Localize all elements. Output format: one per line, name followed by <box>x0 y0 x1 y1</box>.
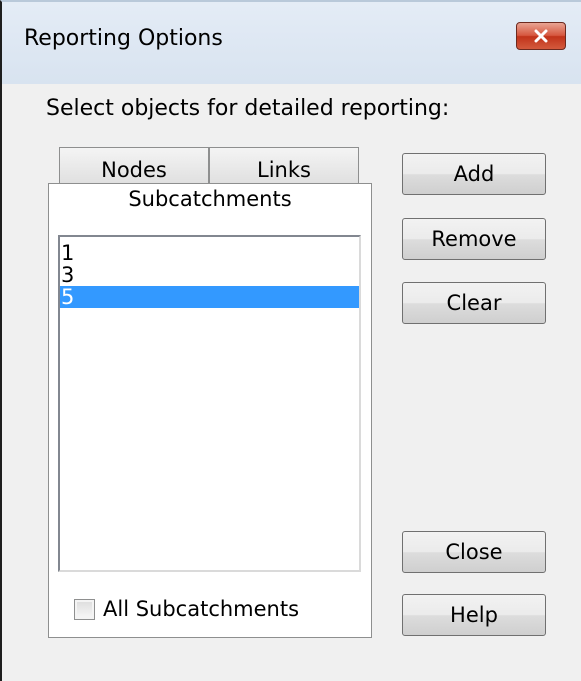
title-bar[interactable]: Reporting Options <box>2 2 581 84</box>
reporting-options-dialog: Reporting Options Select objects for det… <box>0 0 581 681</box>
remove-button[interactable]: Remove <box>402 218 546 260</box>
list-item[interactable]: 3 <box>60 264 359 286</box>
all-subcatchments-checkbox[interactable]: All Subcatchments <box>74 596 299 622</box>
checkbox-box[interactable] <box>74 598 95 620</box>
window-title: Reporting Options <box>24 26 223 51</box>
tab-subcatchments[interactable]: Subcatchments <box>48 183 372 223</box>
list-item[interactable]: 5 <box>60 286 359 308</box>
close-window-button[interactable] <box>516 22 566 50</box>
instruction-label: Select objects for detailed reporting: <box>46 96 450 121</box>
clear-button[interactable]: Clear <box>402 282 546 324</box>
tab-nodes[interactable]: Nodes <box>59 147 209 187</box>
tab-links[interactable]: Links <box>209 147 359 187</box>
checkbox-label: All Subcatchments <box>103 597 300 621</box>
add-button[interactable]: Add <box>402 153 546 195</box>
list-item[interactable]: 1 <box>60 242 359 264</box>
close-icon <box>533 24 549 48</box>
object-listbox[interactable]: 1 3 5 <box>58 235 361 572</box>
help-button[interactable]: Help <box>402 594 546 636</box>
close-button[interactable]: Close <box>402 531 546 573</box>
